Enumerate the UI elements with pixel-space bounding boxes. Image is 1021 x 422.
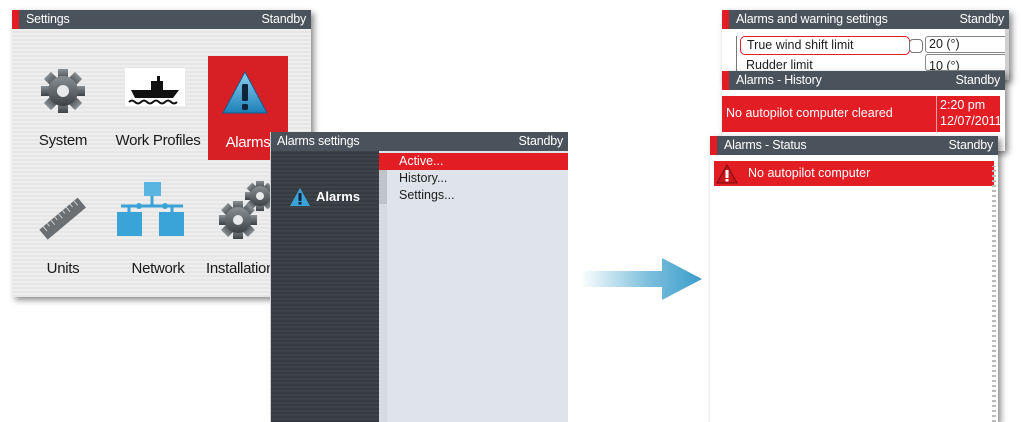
- warning-triangle-icon: [222, 70, 268, 114]
- rudder-limit-row[interactable]: Rudder limit: [740, 54, 900, 69]
- warning-settings-panel: Alarms and warning settings Standby True…: [722, 10, 1009, 80]
- settings-panel: Settings Standby System Work Profiles Al…: [12, 10, 311, 297]
- history-entry[interactable]: No autopilot computer cleared 2:20 pm 12…: [722, 96, 1002, 132]
- menu-item-marker: [379, 187, 387, 204]
- tile-label: System: [38, 132, 88, 149]
- menu-column: Active... History... Settings...: [379, 151, 568, 422]
- history-entry-text: No autopilot computer cleared: [726, 106, 893, 120]
- settings-titlebar: Settings Standby: [12, 10, 311, 29]
- tile-label: Network: [131, 260, 185, 277]
- tile-units[interactable]: Units: [22, 180, 104, 284]
- warning-triangle-icon: [716, 164, 738, 184]
- warning-settings-title: Alarms and warning settings: [736, 12, 888, 26]
- warning-settings-status: Standby: [959, 12, 1005, 26]
- category-column: Alarms: [271, 151, 379, 422]
- menu-item-marker: [379, 153, 387, 170]
- menu-item-label: Settings...: [399, 188, 455, 202]
- menu-item-label: Active...: [399, 154, 444, 168]
- tile-work-profiles[interactable]: Work Profiles: [115, 52, 201, 156]
- gear-icon: [41, 69, 85, 113]
- history-entry-time: 2:20 pm: [940, 98, 986, 112]
- status-entry[interactable]: No autopilot computer: [714, 161, 994, 186]
- titlebar-accent: [710, 136, 717, 155]
- history-divider: [936, 96, 937, 132]
- menu-gutter: [379, 204, 387, 422]
- rudder-limit-value[interactable]: 10 (°): [925, 54, 1007, 71]
- history-title: Alarms - History: [736, 73, 822, 87]
- row-value: 10 (°): [929, 59, 960, 71]
- settings-title: Settings: [26, 12, 70, 26]
- settings-status: Standby: [261, 12, 307, 26]
- menu-item-active[interactable]: Active...: [379, 153, 568, 170]
- category-label: Alarms: [316, 189, 361, 204]
- row-label: Rudder limit: [746, 58, 813, 69]
- status-status: Standby: [948, 138, 994, 152]
- tile-label: Units: [46, 260, 80, 277]
- titlebar-accent: [722, 71, 729, 90]
- flow-arrow-icon: [580, 258, 702, 300]
- menu-item-history[interactable]: History...: [379, 170, 568, 187]
- panel-edge: [1005, 29, 1009, 80]
- gears-icon: [219, 181, 275, 239]
- menu-item-label: History...: [399, 171, 448, 185]
- alarms-settings-status: Standby: [518, 134, 564, 148]
- panel-edge: [992, 166, 996, 422]
- row-checkbox[interactable]: [909, 39, 923, 53]
- tree-line: [736, 36, 737, 72]
- history-titlebar: Alarms - History Standby: [722, 71, 1005, 90]
- warning-settings-titlebar: Alarms and warning settings Standby: [722, 10, 1009, 29]
- row-label: True wind shift limit: [747, 38, 854, 52]
- status-titlebar: Alarms - Status Standby: [710, 136, 998, 155]
- status-panel: Alarms - Status Standby No autopilot com…: [710, 136, 998, 422]
- true-wind-shift-row[interactable]: True wind shift limit: [740, 36, 910, 55]
- titlebar-accent: [722, 10, 729, 29]
- menu-item-settings[interactable]: Settings...: [379, 187, 568, 204]
- tile-network[interactable]: Network: [117, 180, 199, 284]
- menu-item-marker: [379, 170, 387, 187]
- boat-icon: [125, 68, 185, 106]
- status-title: Alarms - Status: [724, 138, 807, 152]
- alarms-settings-title: Alarms settings: [277, 134, 360, 148]
- history-status: Standby: [955, 73, 1001, 87]
- row-value: 20 (°): [929, 37, 960, 51]
- warning-triangle-icon: [290, 188, 310, 206]
- ruler-icon: [39, 197, 87, 240]
- alarms-settings-titlebar: Alarms settings Standby: [271, 132, 568, 151]
- titlebar-accent: [12, 10, 19, 29]
- tile-system[interactable]: System: [22, 52, 104, 156]
- status-entry-text: No autopilot computer: [748, 166, 871, 180]
- tile-label: Work Profiles: [115, 132, 201, 149]
- network-icon: [117, 182, 184, 236]
- true-wind-shift-value[interactable]: 20 (°): [925, 36, 1007, 53]
- alarms-settings-panel: Alarms settings Standby Alarms Active...…: [270, 132, 568, 422]
- history-entry-date: 12/07/2011: [940, 114, 1002, 128]
